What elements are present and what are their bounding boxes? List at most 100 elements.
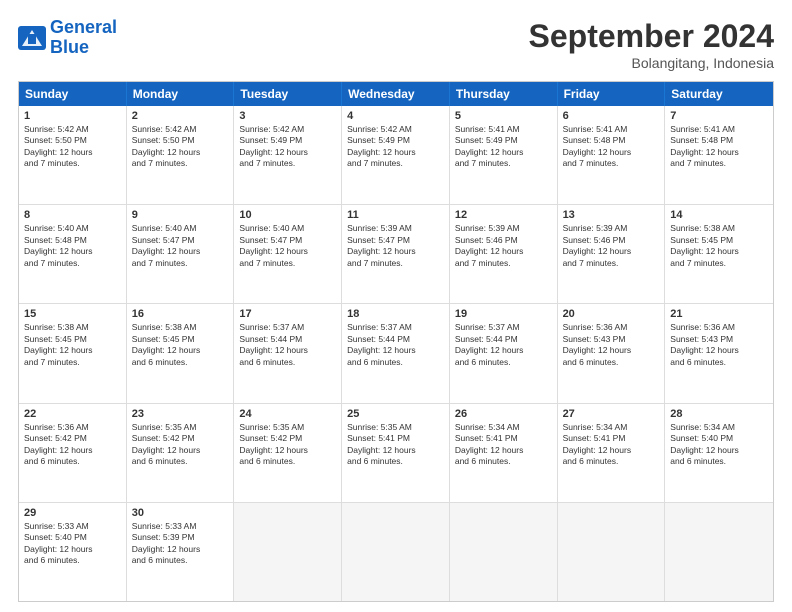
month-title: September 2024 (529, 18, 774, 55)
day-number: 2 (132, 110, 229, 122)
day-info: Sunrise: 5:37 AM Sunset: 5:44 PM Dayligh… (239, 322, 336, 368)
day-cell-26: 26 Sunrise: 5:34 AM Sunset: 5:41 PM Dayli… (450, 404, 558, 502)
day-cell-21: 21 Sunrise: 5:36 AM Sunset: 5:43 PM Dayli… (665, 304, 773, 402)
day-cell-11: 11 Sunrise: 5:39 AM Sunset: 5:47 PM Dayli… (342, 205, 450, 303)
calendar: SundayMondayTuesdayWednesdayThursdayFrid… (18, 81, 774, 602)
day-cell-13: 13Sunrise: 5:39 AM Sunset: 5:46 PM Dayli… (558, 205, 666, 303)
day-info: Sunrise: 5:36 AM Sunset: 5:43 PM Dayligh… (670, 322, 768, 368)
day-info: Sunrise: 5:34 AM Sunset: 5:40 PM Dayligh… (670, 422, 768, 468)
day-number: 22 (24, 408, 121, 420)
day-cell-24: 24 Sunrise: 5:35 AM Sunset: 5:42 PM Dayli… (234, 404, 342, 502)
empty-cell (665, 503, 773, 601)
day-number: 9 (132, 209, 229, 221)
day-number: 12 (455, 209, 552, 221)
day-info: Sunrise: 5:37 AM Sunset: 5:44 PM Dayligh… (455, 322, 552, 368)
day-cell-29: 29Sunrise: 5:33 AM Sunset: 5:40 PM Dayli… (19, 503, 127, 601)
header-day-tuesday: Tuesday (234, 82, 342, 106)
day-cell-19: 19 Sunrise: 5:37 AM Sunset: 5:44 PM Dayli… (450, 304, 558, 402)
header: General Blue September 2024 Bolangitang,… (18, 18, 774, 71)
day-info: Sunrise: 5:35 AM Sunset: 5:42 PM Dayligh… (239, 422, 336, 468)
calendar-row-2: 8Sunrise: 5:40 AM Sunset: 5:48 PM Daylig… (19, 205, 773, 304)
day-info: Sunrise: 5:41 AM Sunset: 5:48 PM Dayligh… (563, 124, 660, 170)
day-number: 30 (132, 507, 229, 519)
day-number: 7 (670, 110, 768, 122)
day-info: Sunrise: 5:38 AM Sunset: 5:45 PM Dayligh… (132, 322, 229, 368)
day-number: 15 (24, 308, 121, 320)
day-cell-28: 28 Sunrise: 5:34 AM Sunset: 5:40 PM Dayli… (665, 404, 773, 502)
day-info: Sunrise: 5:37 AM Sunset: 5:44 PM Dayligh… (347, 322, 444, 368)
day-info: Sunrise: 5:34 AM Sunset: 5:41 PM Dayligh… (455, 422, 552, 468)
day-number: 21 (670, 308, 768, 320)
day-number: 3 (239, 110, 336, 122)
title-block: September 2024 Bolangitang, Indonesia (529, 18, 774, 71)
day-cell-5: 5 Sunrise: 5:41 AM Sunset: 5:49 PM Daylig… (450, 106, 558, 204)
day-number: 16 (132, 308, 229, 320)
day-cell-30: 30 Sunrise: 5:33 AM Sunset: 5:39 PM Dayli… (127, 503, 235, 601)
empty-cell (558, 503, 666, 601)
header-day-wednesday: Wednesday (342, 82, 450, 106)
calendar-body: 1Sunrise: 5:42 AM Sunset: 5:50 PM Daylig… (19, 106, 773, 601)
header-day-monday: Monday (127, 82, 235, 106)
day-info: Sunrise: 5:40 AM Sunset: 5:47 PM Dayligh… (239, 223, 336, 269)
day-info: Sunrise: 5:35 AM Sunset: 5:42 PM Dayligh… (132, 422, 229, 468)
day-info: Sunrise: 5:33 AM Sunset: 5:39 PM Dayligh… (132, 521, 229, 567)
day-cell-8: 8Sunrise: 5:40 AM Sunset: 5:48 PM Daylig… (19, 205, 127, 303)
calendar-row-4: 22 Sunrise: 5:36 AM Sunset: 5:42 PM Dayli… (19, 404, 773, 503)
day-cell-27: 27 Sunrise: 5:34 AM Sunset: 5:41 PM Dayli… (558, 404, 666, 502)
logo-icon (18, 26, 46, 50)
day-info: Sunrise: 5:38 AM Sunset: 5:45 PM Dayligh… (24, 322, 121, 368)
day-number: 20 (563, 308, 660, 320)
day-info: Sunrise: 5:42 AM Sunset: 5:49 PM Dayligh… (239, 124, 336, 170)
day-number: 4 (347, 110, 444, 122)
day-cell-2: 2Sunrise: 5:42 AM Sunset: 5:50 PM Daylig… (127, 106, 235, 204)
day-cell-22: 22 Sunrise: 5:36 AM Sunset: 5:42 PM Dayli… (19, 404, 127, 502)
day-number: 10 (239, 209, 336, 221)
day-number: 27 (563, 408, 660, 420)
day-info: Sunrise: 5:41 AM Sunset: 5:48 PM Dayligh… (670, 124, 768, 170)
day-number: 11 (347, 209, 444, 221)
day-cell-12: 12 Sunrise: 5:39 AM Sunset: 5:46 PM Dayli… (450, 205, 558, 303)
day-number: 24 (239, 408, 336, 420)
empty-cell (450, 503, 558, 601)
day-number: 23 (132, 408, 229, 420)
day-cell-4: 4 Sunrise: 5:42 AM Sunset: 5:49 PM Daylig… (342, 106, 450, 204)
day-number: 18 (347, 308, 444, 320)
day-info: Sunrise: 5:40 AM Sunset: 5:47 PM Dayligh… (132, 223, 229, 269)
day-cell-1: 1Sunrise: 5:42 AM Sunset: 5:50 PM Daylig… (19, 106, 127, 204)
day-info: Sunrise: 5:36 AM Sunset: 5:42 PM Dayligh… (24, 422, 121, 468)
header-day-sunday: Sunday (19, 82, 127, 106)
day-number: 28 (670, 408, 768, 420)
day-info: Sunrise: 5:39 AM Sunset: 5:47 PM Dayligh… (347, 223, 444, 269)
location-title: Bolangitang, Indonesia (529, 55, 774, 71)
day-number: 29 (24, 507, 121, 519)
logo-text: General Blue (50, 18, 117, 58)
day-number: 17 (239, 308, 336, 320)
day-number: 26 (455, 408, 552, 420)
day-number: 1 (24, 110, 121, 122)
day-cell-17: 17 Sunrise: 5:37 AM Sunset: 5:44 PM Dayli… (234, 304, 342, 402)
calendar-row-5: 29Sunrise: 5:33 AM Sunset: 5:40 PM Dayli… (19, 503, 773, 601)
day-info: Sunrise: 5:41 AM Sunset: 5:49 PM Dayligh… (455, 124, 552, 170)
day-number: 5 (455, 110, 552, 122)
calendar-header: SundayMondayTuesdayWednesdayThursdayFrid… (19, 82, 773, 106)
day-cell-3: 3 Sunrise: 5:42 AM Sunset: 5:49 PM Daylig… (234, 106, 342, 204)
day-info: Sunrise: 5:39 AM Sunset: 5:46 PM Dayligh… (455, 223, 552, 269)
day-number: 19 (455, 308, 552, 320)
day-cell-10: 10 Sunrise: 5:40 AM Sunset: 5:47 PM Dayli… (234, 205, 342, 303)
day-cell-16: 16 Sunrise: 5:38 AM Sunset: 5:45 PM Dayli… (127, 304, 235, 402)
day-number: 13 (563, 209, 660, 221)
empty-cell (342, 503, 450, 601)
day-info: Sunrise: 5:42 AM Sunset: 5:49 PM Dayligh… (347, 124, 444, 170)
day-cell-7: 7 Sunrise: 5:41 AM Sunset: 5:48 PM Daylig… (665, 106, 773, 204)
day-info: Sunrise: 5:34 AM Sunset: 5:41 PM Dayligh… (563, 422, 660, 468)
day-cell-14: 14Sunrise: 5:38 AM Sunset: 5:45 PM Dayli… (665, 205, 773, 303)
header-day-saturday: Saturday (665, 82, 773, 106)
day-cell-15: 15 Sunrise: 5:38 AM Sunset: 5:45 PM Dayli… (19, 304, 127, 402)
day-number: 25 (347, 408, 444, 420)
header-day-thursday: Thursday (450, 82, 558, 106)
day-cell-23: 23 Sunrise: 5:35 AM Sunset: 5:42 PM Dayli… (127, 404, 235, 502)
day-cell-6: 6Sunrise: 5:41 AM Sunset: 5:48 PM Daylig… (558, 106, 666, 204)
day-info: Sunrise: 5:35 AM Sunset: 5:41 PM Dayligh… (347, 422, 444, 468)
header-day-friday: Friday (558, 82, 666, 106)
day-info: Sunrise: 5:38 AM Sunset: 5:45 PM Dayligh… (670, 223, 768, 269)
